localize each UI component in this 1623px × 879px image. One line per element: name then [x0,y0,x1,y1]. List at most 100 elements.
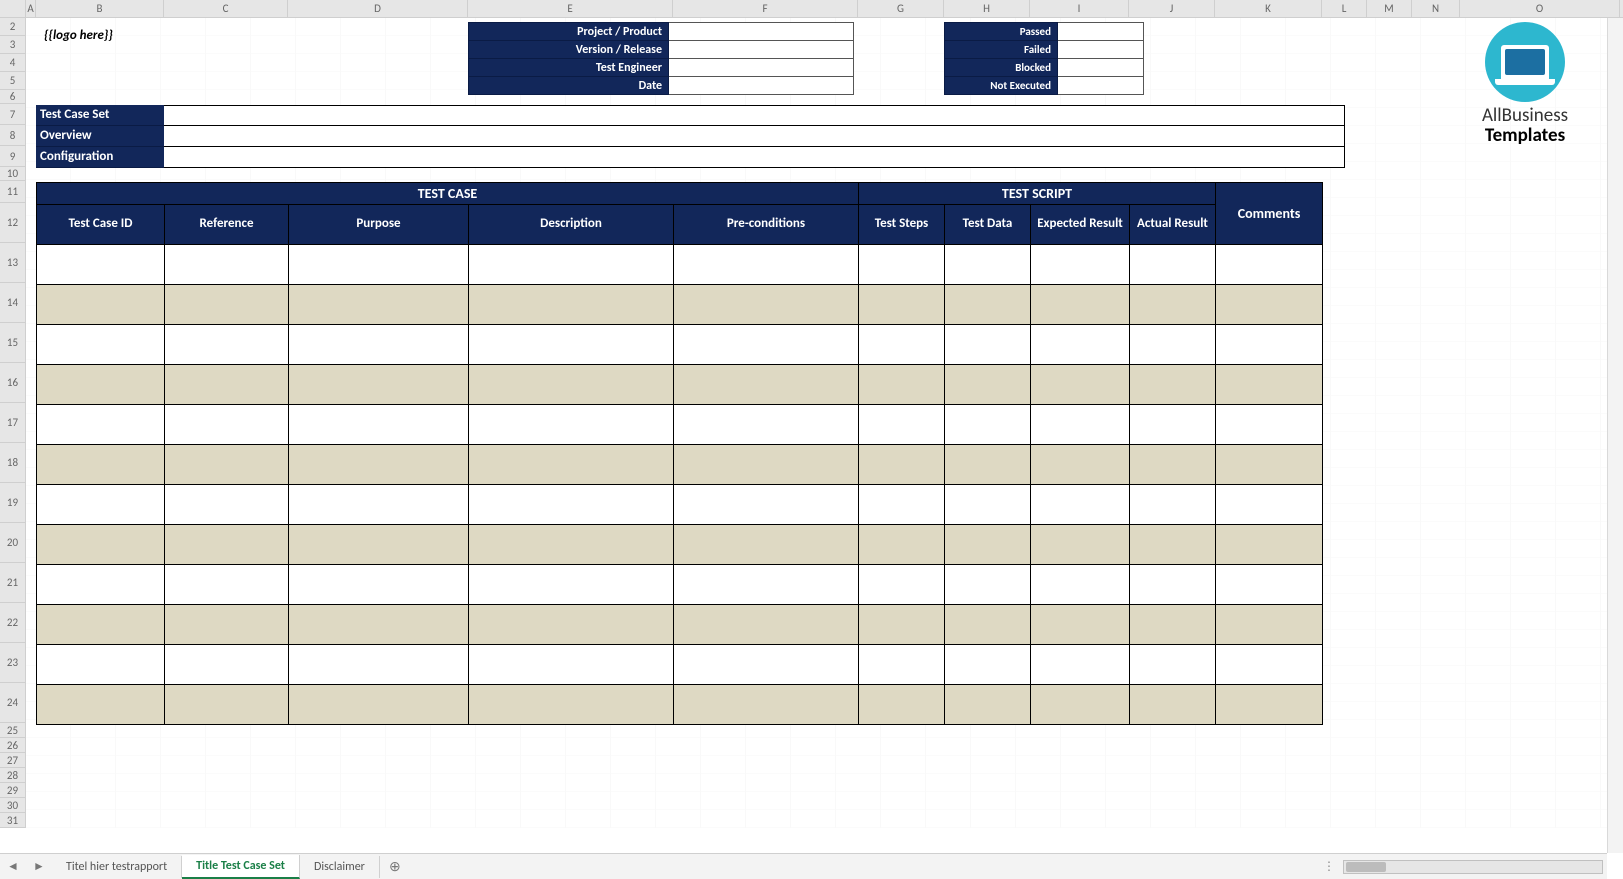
input-engineer[interactable] [669,59,854,77]
row-header-31[interactable]: 31 [0,813,25,828]
col-header-E[interactable]: E [468,0,673,17]
tab-nav-prev-icon[interactable]: ◄ [0,859,26,874]
header-purpose: Purpose [289,205,469,245]
header-expected-result: Expected Result [1031,205,1130,245]
project-info-table: Project / Product Version / Release Test… [468,22,854,95]
sheet-tab-title-test-case-set[interactable]: Title Test Case Set [182,855,300,879]
table-row[interactable] [37,485,1323,525]
input-date[interactable] [669,77,854,95]
add-sheet-button[interactable]: ⊕ [380,858,410,875]
col-header-L[interactable]: L [1322,0,1367,17]
row-header-12[interactable]: 12 [0,203,25,243]
label-project: Project / Product [469,23,669,41]
row-header-3[interactable]: 3 [0,36,25,54]
col-header-O[interactable]: O [1460,0,1620,17]
col-header-I[interactable]: I [1030,0,1129,17]
table-row[interactable] [37,525,1323,565]
row-headers: 2 3 4 5 6 7 8 9 10 11 12 13 14 15 16 17 … [0,18,26,828]
header-description: Description [469,205,674,245]
row-header-19[interactable]: 19 [0,483,25,523]
laptop-icon [1485,22,1565,102]
table-row[interactable] [37,405,1323,445]
header-comments: Comments [1216,183,1323,245]
col-header-A[interactable]: A [26,0,36,17]
col-header-F[interactable]: F [673,0,858,17]
sheet-tab-testrapport[interactable]: Titel hier testrapport [52,856,182,878]
col-header-J[interactable]: J [1129,0,1215,17]
row-header-23[interactable]: 23 [0,643,25,683]
row-header-11[interactable]: 11 [0,181,25,203]
row-header-14[interactable]: 14 [0,283,25,323]
logo-text: AllBusiness Templates [1445,106,1605,146]
row-header-15[interactable]: 15 [0,323,25,363]
table-row[interactable] [37,605,1323,645]
label-failed: Failed [945,41,1058,59]
input-configuration[interactable] [164,147,1345,168]
col-header-G[interactable]: G [858,0,944,17]
row-header-9[interactable]: 9 [0,146,25,167]
row-header-16[interactable]: 16 [0,363,25,403]
input-passed[interactable] [1058,23,1144,41]
row-header-18[interactable]: 18 [0,443,25,483]
header-test-case-id: Test Case ID [37,205,165,245]
col-header-M[interactable]: M [1367,0,1412,17]
col-header-H[interactable]: H [944,0,1030,17]
select-all-corner[interactable] [0,0,26,17]
header-test-data: Test Data [945,205,1031,245]
row-header-25[interactable]: 25 [0,723,25,738]
label-blocked: Blocked [945,59,1058,77]
table-row[interactable] [37,645,1323,685]
row-header-29[interactable]: 29 [0,783,25,798]
row-header-5[interactable]: 5 [0,72,25,90]
status-info-table: Passed Failed Blocked Not Executed [944,22,1144,95]
table-row[interactable] [37,685,1323,725]
row-header-10[interactable]: 10 [0,167,25,181]
table-row[interactable] [37,365,1323,405]
table-row[interactable] [37,565,1323,605]
sheet-area[interactable]: AllBusiness Templates {{logo here}} Proj… [26,18,1623,828]
col-header-N[interactable]: N [1412,0,1460,17]
tab-nav-next-icon[interactable]: ► [26,859,52,874]
input-project[interactable] [669,23,854,41]
input-overview[interactable] [164,126,1345,147]
col-header-B[interactable]: B [36,0,164,17]
input-version[interactable] [669,41,854,59]
input-test-case-set[interactable] [164,105,1345,126]
row-header-2[interactable]: 2 [0,18,25,36]
row-header-22[interactable]: 22 [0,603,25,643]
row-header-27[interactable]: 27 [0,753,25,768]
table-row[interactable] [37,325,1323,365]
col-header-K[interactable]: K [1215,0,1322,17]
label-not-executed: Not Executed [945,77,1058,95]
horizontal-scrollbar[interactable] [1343,860,1603,874]
header-actual-result: Actual Result [1130,205,1216,245]
column-headers: A B C D E F G H I J K L M N O [0,0,1623,18]
label-passed: Passed [945,23,1058,41]
row-header-13[interactable]: 13 [0,243,25,283]
col-header-C[interactable]: C [164,0,288,17]
row-header-4[interactable]: 4 [0,54,25,72]
sheet-tab-disclaimer[interactable]: Disclaimer [300,856,380,878]
row-header-17[interactable]: 17 [0,403,25,443]
row-header-20[interactable]: 20 [0,523,25,563]
row-header-7[interactable]: 7 [0,104,25,125]
row-header-8[interactable]: 8 [0,125,25,146]
row-header-21[interactable]: 21 [0,563,25,603]
row-header-24[interactable]: 24 [0,683,25,723]
tab-options-icon[interactable]: ⋮ [1317,859,1343,874]
table-row[interactable] [37,445,1323,485]
row-header-28[interactable]: 28 [0,768,25,783]
label-configuration: Configuration [36,147,164,168]
row-header-26[interactable]: 26 [0,738,25,753]
row-header-30[interactable]: 30 [0,798,25,813]
input-not-executed[interactable] [1058,77,1144,95]
logo-placeholder-cell[interactable]: {{logo here}} [36,22,288,49]
label-overview: Overview [36,126,164,147]
header-preconditions: Pre-conditions [674,205,859,245]
table-row[interactable] [37,245,1323,285]
input-failed[interactable] [1058,41,1144,59]
input-blocked[interactable] [1058,59,1144,77]
table-row[interactable] [37,285,1323,325]
row-header-6[interactable]: 6 [0,90,25,104]
col-header-D[interactable]: D [288,0,468,17]
